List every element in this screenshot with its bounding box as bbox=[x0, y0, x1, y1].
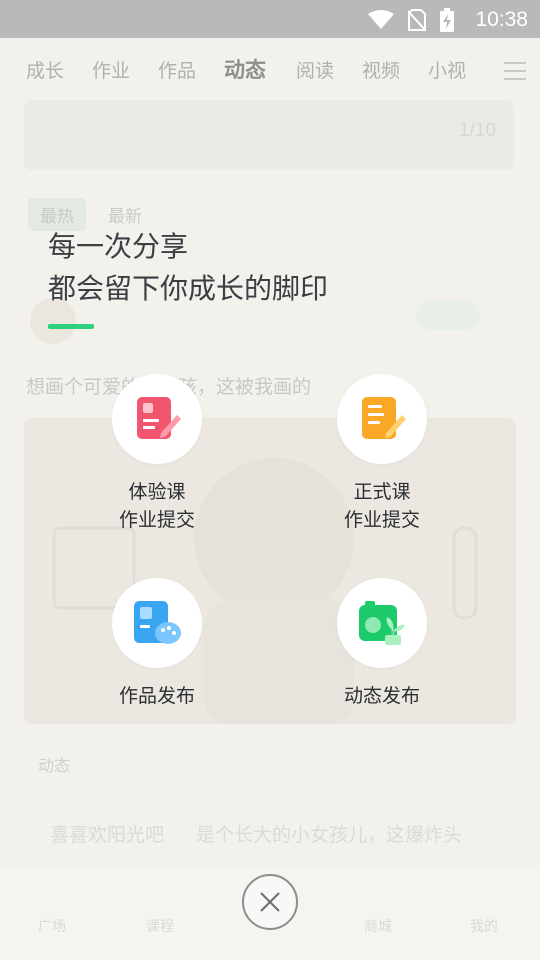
close-button[interactable] bbox=[242, 874, 298, 930]
close-icon bbox=[260, 892, 280, 912]
status-icons bbox=[368, 8, 454, 32]
publish-moment-button[interactable]: 动态发布 bbox=[282, 578, 482, 710]
trial-label-line-1: 体验课 bbox=[128, 481, 186, 503]
heading-underline bbox=[48, 324, 94, 329]
moment-label: 动态发布 bbox=[343, 685, 420, 707]
no-sim-icon bbox=[408, 9, 426, 31]
banner: 1/10 bbox=[24, 100, 514, 170]
tab-reading: 阅读 bbox=[296, 60, 335, 82]
banner-counter: 1/10 bbox=[459, 120, 496, 141]
tab-video: 视频 bbox=[362, 60, 401, 82]
nav-courses: 课程 bbox=[146, 919, 174, 935]
nav-plaza: 广场 bbox=[38, 919, 66, 935]
formal-label-line-2: 作业提交 bbox=[343, 509, 420, 531]
pink-notebook-pencil-icon bbox=[137, 397, 181, 439]
feed-text: 是个长大的小女孩儿，这爆炸头 bbox=[196, 824, 463, 846]
artwork-label: 作品发布 bbox=[118, 685, 195, 707]
status-bar: 10:38 bbox=[0, 0, 540, 38]
publish-artwork-button[interactable]: 作品发布 bbox=[57, 578, 257, 710]
wifi-icon bbox=[368, 10, 394, 29]
feed-author: 喜喜欢阳光吧 bbox=[50, 824, 165, 846]
formal-homework-submit-button[interactable]: 正式课 作业提交 bbox=[282, 374, 482, 534]
camera-sprout-icon bbox=[359, 601, 405, 645]
tab-short-video: 小视 bbox=[428, 60, 467, 82]
battery-charging-icon bbox=[440, 8, 454, 32]
trial-label-line-2: 作业提交 bbox=[118, 509, 195, 531]
heading-line-2: 都会留下你成长的脚印 bbox=[48, 272, 329, 305]
overlay-heading: 每一次分享 都会留下你成长的脚印 bbox=[48, 226, 328, 310]
nav-me: 我的 bbox=[470, 919, 498, 935]
follow-button bbox=[416, 300, 480, 330]
palette-artwork-icon bbox=[134, 601, 181, 644]
menu-icon bbox=[504, 62, 526, 80]
tab-growth: 成长 bbox=[26, 60, 65, 82]
nav-mall: 商城 bbox=[364, 919, 392, 935]
trial-homework-submit-button[interactable]: 体验课 作业提交 bbox=[57, 374, 257, 534]
tab-bar: 成长 作业 作品 动态 阅读 视频 小视 bbox=[0, 56, 540, 88]
tab-works: 作品 bbox=[158, 60, 197, 82]
tab-moments: 动态 bbox=[224, 58, 266, 82]
feed-label: 动态 bbox=[38, 756, 71, 775]
heading-line-1: 每一次分享 bbox=[48, 230, 189, 263]
tab-homework: 作业 bbox=[92, 60, 131, 82]
formal-label-line-1: 正式课 bbox=[353, 481, 411, 503]
orange-notebook-pencil-icon bbox=[362, 397, 406, 439]
status-time: 10:38 bbox=[475, 8, 528, 31]
